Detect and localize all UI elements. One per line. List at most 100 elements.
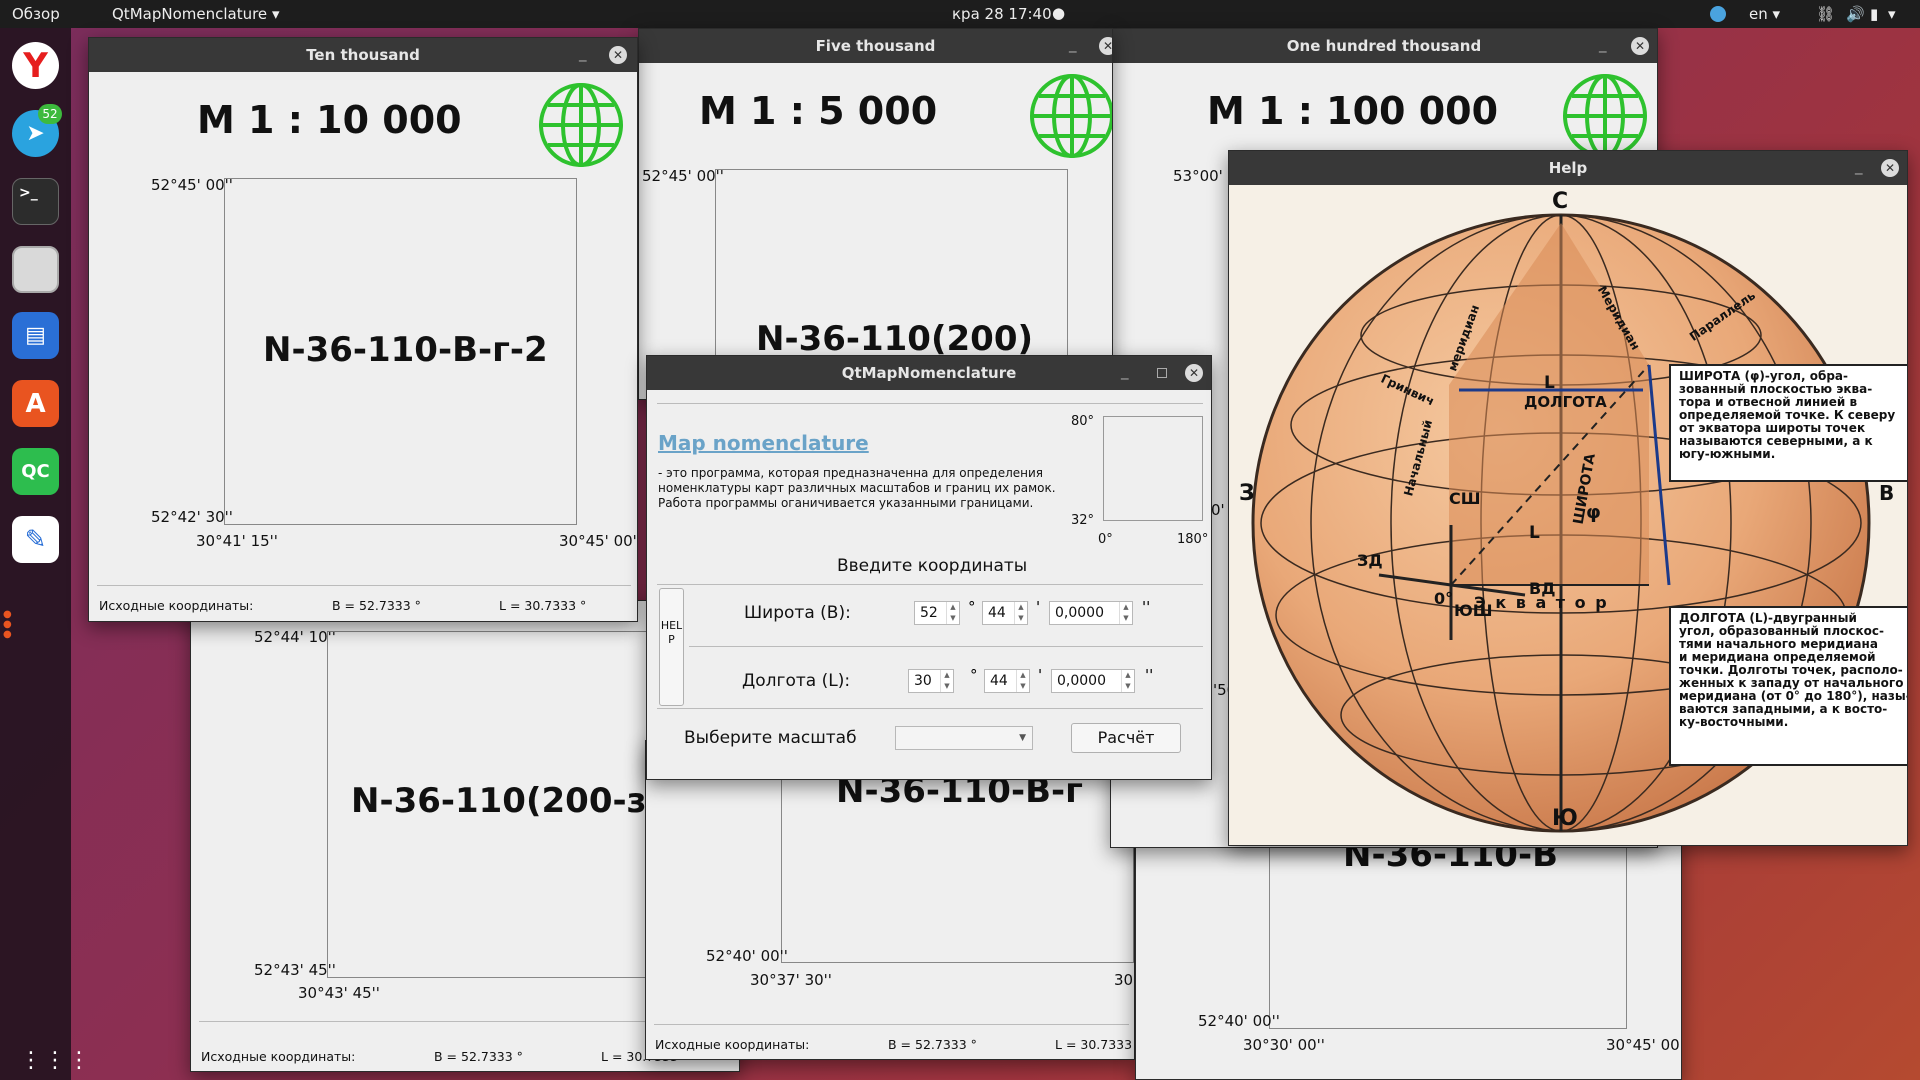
title-bar[interactable]: Five thousand _ ✕: [639, 29, 1112, 63]
longitude-minutes-spinbox[interactable]: 44 ▲ ▼: [984, 669, 1030, 693]
calculate-button[interactable]: Расчёт: [1071, 723, 1181, 753]
nomenclature-label: N-36-110(200): [756, 319, 1034, 359]
lat-bottom-label: 52°40' 00'': [706, 947, 788, 965]
close-button[interactable]: ✕: [609, 46, 627, 64]
longitude-seconds-spinbox[interactable]: 0,0000 ▲ ▼: [1051, 669, 1135, 693]
second-symbol: '': [1142, 598, 1151, 616]
battery-icon[interactable]: ▮: [1870, 5, 1878, 23]
status-l: L = 30.7333 °: [1055, 1037, 1135, 1052]
spin-arrows-icon[interactable]: ▲ ▼: [1014, 602, 1027, 624]
latitude-degrees-spinbox[interactable]: 52 ▲ ▼: [914, 601, 960, 625]
minimize-button[interactable]: _: [1069, 29, 1077, 61]
map-nomenclature-link[interactable]: Map nomenclature: [658, 431, 869, 455]
title-bar[interactable]: Ten thousand _ ✕: [89, 38, 637, 72]
range-180-label: 180°: [1177, 532, 1209, 547]
range-box: [1103, 416, 1203, 521]
language-indicator[interactable]: en ▾: [1749, 5, 1780, 23]
divider: [657, 708, 1203, 709]
chevron-down-icon: ▼: [1019, 733, 1026, 743]
software-center-icon[interactable]: A: [12, 380, 59, 427]
yandex-browser-icon[interactable]: Y: [12, 42, 59, 89]
spin-arrows-icon[interactable]: ▲ ▼: [1119, 602, 1132, 624]
latitude-degrees-value: 52: [920, 605, 938, 621]
writer-icon[interactable]: ▤: [12, 312, 59, 359]
terminal-icon[interactable]: >_: [12, 178, 59, 225]
zd-label: ЗД: [1357, 551, 1383, 570]
globe-icon: [1563, 74, 1647, 158]
close-button[interactable]: ✕: [1099, 37, 1112, 55]
title-bar[interactable]: One hundred thousand _ ✕: [1111, 29, 1657, 63]
divider: [654, 1024, 1129, 1025]
scale-label: М 1 : 5 000: [699, 89, 938, 133]
language-label: en: [1749, 5, 1768, 23]
running-indicator: ● ● ●: [3, 609, 12, 640]
divider: [657, 403, 1203, 404]
latitude-seconds-value: 0,0000: [1055, 605, 1104, 621]
volume-icon[interactable]: 🔊: [1846, 5, 1865, 23]
status-label: Исходные координаты:: [655, 1037, 810, 1052]
clock[interactable]: кра 28 17:40: [952, 5, 1052, 23]
lon-right-label: 30°45' 00'': [1606, 1036, 1682, 1054]
minimize-button[interactable]: _: [1599, 29, 1607, 61]
notification-dot-icon: ●: [1052, 4, 1066, 22]
top-bar: Обзор QtMapNomenclature ▾ кра 28 17:40 ●…: [0, 0, 1920, 28]
longitude-degrees-spinbox[interactable]: 30 ▲ ▼: [908, 669, 954, 693]
help-window: Help _ ✕ С Ю З В L L φ ДОЛГОТА СШ ЮШ ЗД …: [1228, 150, 1908, 846]
scale-dropdown[interactable]: ▼: [895, 726, 1033, 750]
maximize-button[interactable]: [1157, 368, 1167, 378]
close-button[interactable]: ✕: [1631, 37, 1649, 55]
zero-label: 0°: [1434, 589, 1454, 608]
divider: [657, 584, 1203, 585]
status-b: B = 52.7333 °: [434, 1049, 523, 1064]
window-v: N-36-110-В 52°40' 00'' 30°30' 00'' 30°45…: [1135, 830, 1682, 1080]
window-ten-thousand: Ten thousand _ ✕ М 1 : 10 000 52°45' 00'…: [88, 37, 638, 622]
lon-right-label: 30°: [1114, 971, 1134, 989]
longitude-minutes-value: 44: [990, 673, 1008, 689]
minute-symbol: ': [1036, 598, 1041, 616]
app-menu-label: QtMapNomenclature: [112, 5, 268, 23]
minimize-button[interactable]: _: [579, 38, 587, 70]
window-v-g: N-36-110-В-г 52°40' 00'' 30°37' 30'' 30°…: [645, 740, 1135, 1060]
latitude-seconds-spinbox[interactable]: 0,0000 ▲ ▼: [1049, 601, 1133, 625]
help-button[interactable]: HELP: [659, 588, 684, 706]
network-icon[interactable]: ⛓: [1816, 5, 1835, 23]
nomenclature-label: N-36-110-В-г-2: [263, 330, 548, 370]
north-label: С: [1552, 189, 1569, 214]
activities-button[interactable]: Обзор: [12, 5, 60, 23]
minute-symbol: ': [1038, 666, 1043, 684]
globe-status-icon[interactable]: [1710, 6, 1726, 22]
spin-arrows-icon[interactable]: ▲ ▼: [1121, 670, 1134, 692]
window-title: Ten thousand: [306, 46, 420, 64]
close-button[interactable]: ✕: [1185, 364, 1203, 382]
description-line-3: Работа программы оганичивается указанным…: [658, 496, 1034, 510]
text-editor-icon[interactable]: ✎: [12, 516, 59, 563]
globe-icon: [1030, 74, 1112, 158]
south-label: Ю: [1552, 806, 1578, 831]
second-symbol: '': [1145, 666, 1154, 684]
files-icon[interactable]: [12, 246, 59, 293]
enter-coordinates-heading: Введите координаты: [837, 556, 1028, 576]
app-menu[interactable]: QtMapNomenclature ▾: [112, 5, 279, 23]
lat-bottom-label: 52°40' 00'': [1198, 1012, 1280, 1030]
minimize-button[interactable]: _: [1855, 151, 1863, 183]
minimize-button[interactable]: _: [1121, 356, 1129, 388]
spin-arrows-icon[interactable]: ▲ ▼: [940, 670, 953, 692]
latitude-minutes-value: 44: [988, 605, 1006, 621]
show-apps-icon[interactable]: ⋮⋮⋮: [20, 1048, 92, 1073]
description-line-1: - это программа, которая предназначенна …: [658, 466, 1044, 480]
info-line: ку-восточными.: [1679, 715, 1789, 729]
latitude-minutes-spinbox[interactable]: 44 ▲ ▼: [982, 601, 1028, 625]
title-bar[interactable]: QtMapNomenclature _ ✕: [647, 356, 1211, 390]
spin-arrows-icon[interactable]: ▲ ▼: [946, 602, 959, 624]
longitude-seconds-value: 0,0000: [1057, 673, 1106, 689]
title-bar[interactable]: Help _ ✕: [1229, 151, 1907, 185]
qtcreator-icon[interactable]: QC: [12, 448, 59, 495]
divider: [97, 585, 631, 586]
system-menu-icon[interactable]: ▾: [1888, 5, 1896, 23]
side-mark: 0': [1211, 501, 1225, 519]
lon-left-label: 30°30' 00'': [1243, 1036, 1325, 1054]
spin-arrows-icon[interactable]: ▲ ▼: [1016, 670, 1029, 692]
lon-left-label: 30°41' 15'': [196, 532, 278, 550]
close-button[interactable]: ✕: [1881, 159, 1899, 177]
longitude-label: Долгота (L):: [742, 671, 851, 691]
